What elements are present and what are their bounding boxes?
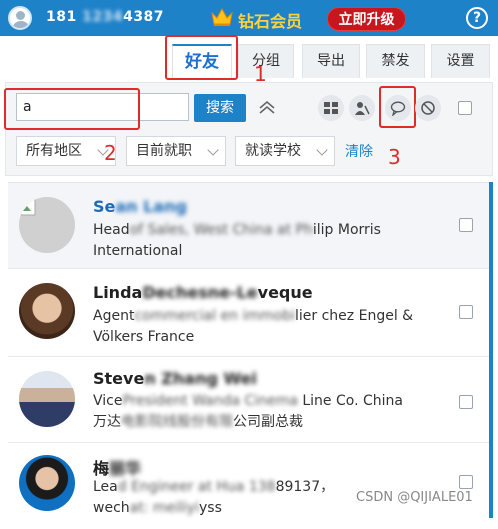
contact-name[interactable]: Linda Dechesne-Leveque — [93, 283, 313, 302]
contact-row[interactable]: Sean Lang Head of Sales, West China at P… — [8, 183, 489, 269]
clear-filters-link[interactable]: 清除 — [345, 141, 373, 161]
region-filter-label: 所有地区 — [26, 143, 82, 159]
contact-headline: Head of Sales, West China at Philip Morr… — [93, 222, 381, 259]
tab-settings[interactable]: 设置 — [431, 44, 490, 78]
school-filter[interactable]: 就读学校 — [235, 136, 335, 166]
contact-name[interactable]: Sean Lang — [93, 197, 187, 216]
select-all-checkbox[interactable] — [458, 101, 472, 115]
user-card-icon — [355, 102, 370, 115]
grid-icon — [324, 102, 338, 114]
highlight-box-message — [379, 86, 416, 128]
chevron-down-icon — [316, 144, 328, 156]
collapse-chevron-icon[interactable] — [258, 100, 276, 114]
profile-card-button[interactable] — [349, 95, 375, 121]
contact-checkbox[interactable] — [459, 305, 473, 319]
contact-avatar — [19, 283, 75, 339]
tab-export[interactable]: 导出 — [302, 44, 360, 78]
contact-headline: Vice President Wanda Cinema Line Co. Chi… — [93, 393, 403, 430]
contact-name[interactable]: 梅丽华 — [93, 455, 141, 479]
crown-icon — [211, 7, 233, 26]
annotation-3: 3 — [388, 145, 401, 169]
contact-row[interactable]: 梅丽华 Lead Engineer at Hua 13889137， wechat… — [8, 443, 489, 529]
region-filter[interactable]: 所有地区 — [16, 136, 116, 166]
chevron-down-icon — [207, 144, 219, 156]
contact-list: Sean Lang Head of Sales, West China at P… — [8, 182, 491, 518]
school-filter-label: 就读学校 — [245, 143, 301, 159]
highlight-box-tab — [165, 35, 238, 80]
company-filter-label: 目前就职 — [136, 143, 192, 159]
contact-row[interactable]: Linda Dechesne-Leveque Agent commercial … — [8, 269, 489, 357]
tab-block[interactable]: 禁发 — [366, 44, 425, 78]
block-button[interactable] — [415, 95, 441, 121]
annotation-2: 2 — [104, 141, 117, 165]
contact-checkbox[interactable] — [459, 395, 473, 409]
contact-checkbox[interactable] — [459, 218, 473, 232]
contact-avatar — [19, 455, 75, 511]
grid-view-button[interactable] — [318, 95, 344, 121]
vip-label: 钻石会员 — [238, 12, 303, 31]
contact-avatar — [19, 197, 75, 253]
broken-image-icon — [20, 198, 36, 216]
contact-row[interactable]: Steven Zhang Wei Vice President Wanda Ci… — [8, 357, 489, 443]
search-button[interactable]: 搜索 — [194, 94, 246, 122]
top-bar: 181 12344387 钻石会员 立即升级 ? — [0, 0, 498, 36]
company-filter[interactable]: 目前就职 — [126, 136, 226, 166]
scrollbar[interactable] — [489, 182, 493, 518]
help-icon[interactable]: ? — [466, 7, 488, 29]
highlight-box-search — [4, 88, 140, 130]
block-icon — [421, 101, 435, 115]
upgrade-button[interactable]: 立即升级 — [327, 7, 406, 31]
contact-headline: Agent commercial en immobilier chez Enge… — [93, 308, 414, 345]
contact-avatar — [19, 371, 75, 427]
user-avatar[interactable] — [8, 6, 32, 30]
account-phone: 181 12344387 — [46, 9, 165, 25]
tab-bar: 好友 分组 导出 禁发 设置 — [0, 36, 498, 80]
contact-checkbox[interactable] — [459, 475, 473, 489]
contact-name[interactable]: Steven Zhang Wei — [93, 369, 257, 388]
watermark: CSDN @QIJIALE01 — [356, 490, 473, 505]
